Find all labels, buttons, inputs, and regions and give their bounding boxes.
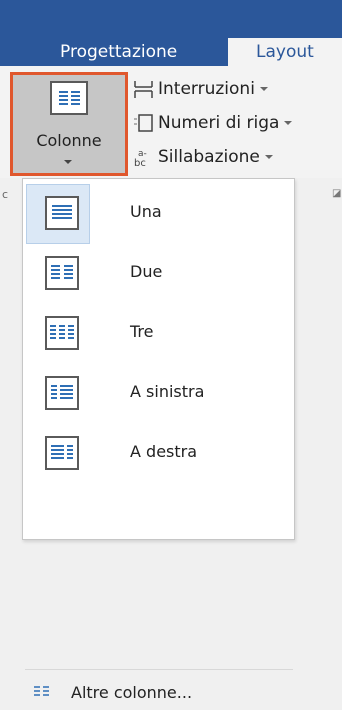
menu-item-a-destra[interactable]: A destra [23, 424, 294, 484]
columns-icon [50, 81, 88, 115]
menu-item-label: Altre colonne... [71, 683, 193, 702]
menu-item-a-sinistra[interactable]: A sinistra [23, 364, 294, 424]
menu-separator [25, 669, 293, 670]
sillabazione-button[interactable]: a-bc Sillabazione [132, 145, 273, 169]
tab-progettazione[interactable]: Progettazione [60, 38, 177, 66]
colonne-button[interactable]: Colonne [10, 72, 128, 176]
chevron-down-icon [259, 87, 268, 91]
hyphenation-icon: a-bc [132, 147, 158, 169]
two-columns-icon [45, 256, 79, 290]
interruzioni-button[interactable]: Interruzioni [132, 77, 268, 101]
sillabazione-label: Sillabazione [158, 147, 260, 167]
ribbon-tab-bar: Progettazione Layout [0, 0, 342, 66]
svg-text:bc: bc [134, 158, 146, 167]
menu-item-tre[interactable]: Tre [23, 304, 294, 364]
menu-item-una[interactable]: Una [23, 184, 294, 244]
menu-item-label: Una [130, 202, 162, 221]
menu-item-label: A destra [130, 442, 198, 461]
line-numbers-icon [132, 113, 158, 133]
tab-layout[interactable]: Layout [228, 38, 342, 66]
dialog-launcher-icon[interactable]: ◪ [332, 188, 341, 199]
chevron-down-icon [64, 160, 72, 164]
breaks-icon [132, 79, 158, 99]
chevron-down-icon [284, 121, 293, 125]
colonne-dropdown-menu: Una Due Tre A sinistra A destra Altre co… [22, 178, 295, 702]
menu-item-altre-colonne[interactable]: Altre colonne... [23, 674, 294, 710]
ribbon-group-edge: c [2, 188, 9, 201]
one-column-icon [45, 196, 79, 230]
menu-item-label: Due [130, 262, 163, 281]
more-columns-icon [33, 684, 51, 698]
numeri-di-riga-button[interactable]: Numeri di riga [132, 111, 293, 135]
right-column-icon [45, 436, 79, 470]
chevron-down-icon [264, 155, 273, 159]
menu-item-due[interactable]: Due [23, 244, 294, 304]
left-column-icon [45, 376, 79, 410]
colonne-label: Colonne [36, 131, 102, 150]
three-columns-icon [45, 316, 79, 350]
menu-item-label: A sinistra [130, 382, 205, 401]
numeri-di-riga-label: Numeri di riga [158, 113, 280, 133]
interruzioni-label: Interruzioni [158, 79, 255, 99]
menu-item-label: Tre [130, 322, 154, 341]
